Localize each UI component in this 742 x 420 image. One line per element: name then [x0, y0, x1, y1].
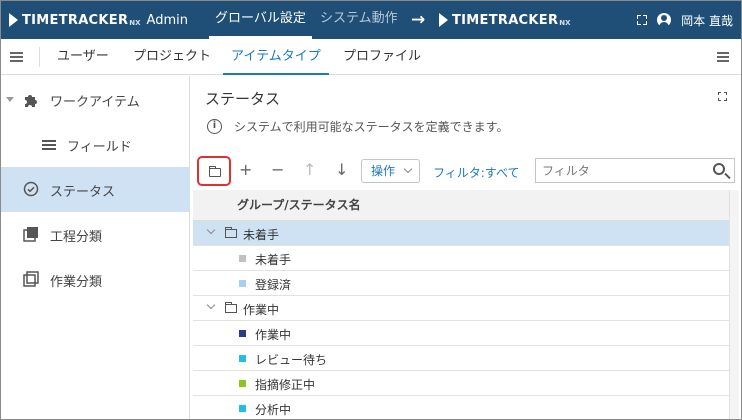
status-color-swatch [239, 255, 246, 262]
group-label: 作業中 [243, 303, 280, 317]
sidebar-item-label: フィールド [67, 140, 132, 155]
menu-icon[interactable] [10, 52, 23, 62]
status-color-swatch [239, 330, 246, 337]
tab-profiles[interactable]: プロファイル [341, 39, 423, 75]
main-panel: ステータス i システムで利用可能なステータスを定義できます。 + − ↑ ↓ … [191, 76, 741, 419]
fullscreen-icon[interactable] [637, 15, 648, 25]
sidebar-item-label: 作業分類 [50, 275, 103, 290]
tab-global-settings[interactable]: グローバル設定 [209, 1, 312, 39]
tab-system-behavior[interactable]: システム動作 [314, 1, 404, 39]
group-row[interactable]: 未着手 [193, 221, 729, 246]
sidebar-item-process-category[interactable]: 工程分類 [1, 212, 190, 257]
list-view-icon[interactable] [717, 52, 729, 62]
user-avatar-icon[interactable] [657, 13, 672, 27]
app-logo[interactable]: TIMETRACKER NX Admin [9, 1, 188, 39]
move-up-icon[interactable]: ↑ [303, 160, 316, 179]
sidebar-item-label: 工程分類 [50, 230, 103, 245]
grid-scrollbar[interactable] [729, 190, 739, 419]
add-icon[interactable]: + [239, 160, 252, 179]
logo-mark-icon [9, 13, 18, 27]
status-row[interactable]: 登録済 [193, 271, 729, 296]
status-label: 作業中 [255, 328, 292, 342]
expand-icon[interactable] [718, 92, 727, 101]
folder-icon [224, 302, 237, 313]
add-group-button[interactable] [197, 156, 231, 186]
secondary-nav: ユーザー プロジェクト アイテムタイプ プロファイル [1, 39, 741, 75]
chevron-down-icon[interactable] [206, 225, 216, 235]
squares-icon [23, 271, 39, 287]
status-color-swatch [239, 380, 246, 387]
status-row[interactable]: 作業中 [193, 321, 729, 346]
group-label: 未着手 [243, 228, 280, 242]
app-logo-link[interactable]: TIMETRACKER NX [439, 1, 571, 39]
logo-suffix: NX [129, 19, 141, 27]
logo-text: TIMETRACKER [22, 12, 129, 28]
section-title: ステータス [205, 90, 281, 108]
status-row[interactable]: 指摘修正中 [193, 371, 729, 396]
app-window: TIMETRACKER NX Admin グローバル設定 システム動作 → TI… [0, 0, 742, 420]
remove-icon[interactable]: − [271, 160, 284, 179]
tab-item-types[interactable]: アイテムタイプ [223, 39, 329, 75]
logo-mark-icon [439, 13, 448, 27]
user-name[interactable]: 岡本 直哉 [681, 12, 733, 29]
status-grid: グループ/ステータス名 未着手 未着手 登録済 作業中 作業中 レビュー待ち 指… [193, 190, 729, 419]
status-color-swatch [239, 280, 246, 287]
sidebar-item-fields[interactable]: フィールド [1, 122, 190, 167]
filter-all-link[interactable]: フィルタ:すべて [433, 164, 519, 181]
status-color-swatch [239, 355, 246, 362]
admin-label: Admin [146, 12, 188, 28]
chevron-down-icon [403, 164, 413, 174]
arrow-right-icon[interactable]: → [411, 10, 425, 30]
tab-users[interactable]: ユーザー [55, 39, 111, 75]
sidebar-item-label: ステータス [50, 185, 116, 200]
operations-label: 操作 [371, 164, 396, 178]
folder-icon [208, 166, 221, 177]
status-row[interactable]: レビュー待ち [193, 346, 729, 371]
info-icon: i [207, 119, 222, 134]
caret-down-icon[interactable] [6, 97, 14, 102]
sidebar-item-label: ワークアイテム [50, 95, 140, 110]
column-header[interactable]: グループ/ステータス名 [193, 190, 729, 221]
description-text: システムで利用可能なステータスを定義できます。 [234, 120, 509, 134]
sidebar-item-work-category[interactable]: 作業分類 [1, 257, 190, 302]
nav-divider [39, 47, 40, 67]
status-label: 指摘修正中 [255, 378, 316, 392]
puzzle-icon [25, 95, 37, 107]
check-circle-icon [23, 181, 39, 197]
section-description: i システムで利用可能なステータスを定義できます。 [207, 118, 508, 135]
sidebar: ワークアイテム フィールド ステータス 工程分類 作業分類 [1, 76, 190, 419]
status-row[interactable]: 未着手 [193, 246, 729, 271]
status-label: 未着手 [255, 253, 292, 267]
logo-text: TIMETRACKER [452, 12, 559, 28]
tab-projects[interactable]: プロジェクト [131, 39, 213, 75]
operations-dropdown[interactable]: 操作 [361, 159, 420, 183]
status-label: 登録済 [255, 278, 292, 292]
group-row[interactable]: 作業中 [193, 296, 729, 321]
status-color-swatch [239, 405, 246, 412]
lines-icon [42, 140, 56, 150]
filter-input[interactable] [535, 158, 735, 183]
stack-icon [23, 227, 38, 242]
logo-suffix: NX [559, 19, 571, 27]
status-row[interactable]: 分析中 [193, 396, 729, 419]
status-label: 分析中 [255, 403, 292, 417]
search-icon[interactable] [713, 163, 725, 175]
status-label: レビュー待ち [255, 353, 328, 367]
grid-toolbar: + − ↑ ↓ 操作 フィルタ:すべて [191, 154, 741, 190]
folder-icon [224, 227, 237, 238]
move-down-icon[interactable]: ↓ [335, 160, 348, 179]
sidebar-item-status[interactable]: ステータス [1, 167, 190, 212]
chevron-down-icon[interactable] [206, 300, 216, 310]
sidebar-item-work-item[interactable]: ワークアイテム [1, 77, 190, 122]
top-header: TIMETRACKER NX Admin グローバル設定 システム動作 → TI… [1, 1, 741, 39]
